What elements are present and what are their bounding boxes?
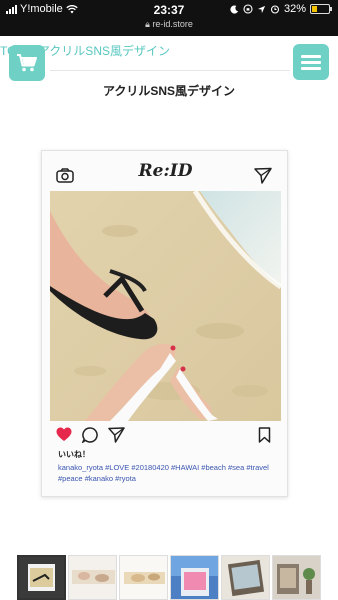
thumbnail-5[interactable] xyxy=(221,555,270,600)
rotation-lock-icon xyxy=(243,4,253,14)
url-label: re-id.store xyxy=(152,19,193,29)
acrylic-sns-card: Re:ID いいね！ kanako_ryota #LOVE #20180420 … xyxy=(41,150,288,497)
battery-icon xyxy=(310,4,332,14)
thumbnail-2[interactable] xyxy=(68,555,117,600)
thumbnail-4[interactable] xyxy=(170,555,219,600)
thumbnail-1[interactable] xyxy=(17,555,66,600)
likes-label: いいね！ xyxy=(58,450,90,459)
menu-button[interactable] xyxy=(293,44,329,80)
alarm-icon xyxy=(270,5,280,14)
divider xyxy=(50,70,290,71)
thumbnail-3[interactable] xyxy=(119,555,168,600)
beach-photo xyxy=(50,191,281,421)
location-icon xyxy=(257,5,266,13)
heart-icon[interactable] xyxy=(56,427,72,442)
cart-icon xyxy=(17,54,37,72)
share-icon[interactable] xyxy=(108,427,125,443)
brand-logo: Re:ID xyxy=(138,161,193,181)
moon-icon xyxy=(230,4,239,14)
hamburger-menu-icon xyxy=(301,52,321,73)
hashtag-caption: kanako_ryota #LOVE #20180420 #HAWAI #bea… xyxy=(58,463,269,483)
thumbnail-strip xyxy=(17,555,321,600)
send-icon xyxy=(254,167,272,184)
status-bar: Y!mobile 23:37 🔒︎ re-id.store 32% xyxy=(0,0,338,36)
status-right: 32% xyxy=(230,3,332,15)
thumbnail-6[interactable] xyxy=(272,555,321,600)
card-header: Re:ID xyxy=(42,151,289,191)
comment-icon[interactable] xyxy=(82,427,98,443)
card-actions xyxy=(42,425,289,449)
battery-percent: 32% xyxy=(283,3,306,15)
lock-icon: 🔒︎ xyxy=(145,19,150,29)
page-title: アクリルSNS風デザイン xyxy=(102,84,236,98)
bookmark-icon[interactable] xyxy=(258,427,271,443)
cart-button[interactable] xyxy=(9,45,45,81)
